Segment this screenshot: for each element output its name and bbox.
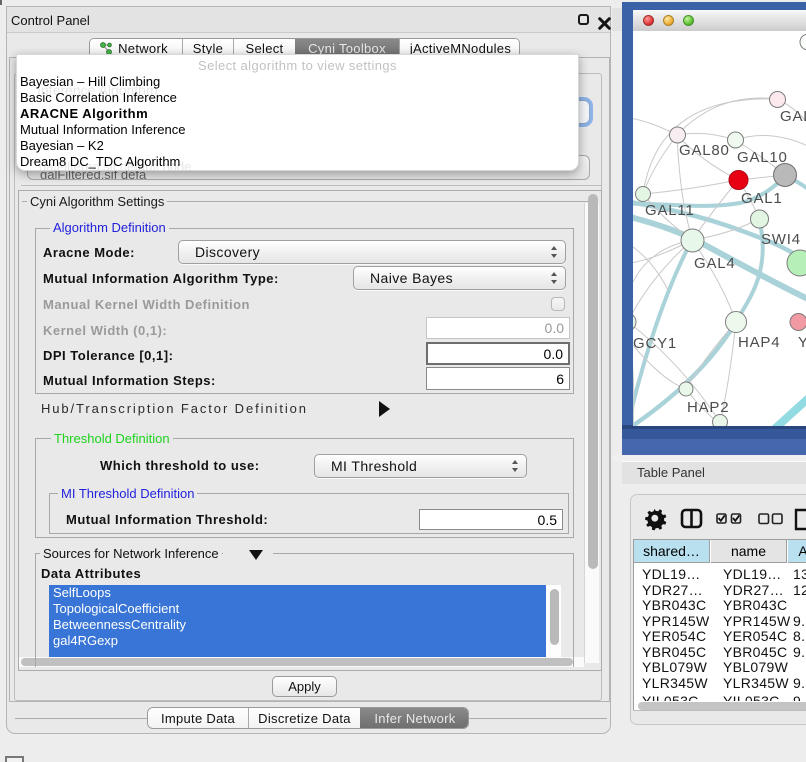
svg-text:GAL2: GAL2 [780, 108, 806, 125]
svg-text:GAL11: GAL11 [645, 202, 695, 219]
svg-text:SWI4: SWI4 [761, 231, 801, 248]
svg-text:GAL4: GAL4 [694, 255, 736, 272]
svg-text:GAL80: GAL80 [679, 142, 730, 159]
svg-text:HAP4: HAP4 [738, 334, 780, 351]
svg-text:HAP2: HAP2 [687, 399, 729, 416]
svg-text:GCY1: GCY1 [633, 335, 677, 352]
svg-text:Y: Y [798, 334, 806, 351]
svg-text:GAL10: GAL10 [737, 149, 788, 166]
svg-text:GAL1: GAL1 [741, 190, 783, 207]
